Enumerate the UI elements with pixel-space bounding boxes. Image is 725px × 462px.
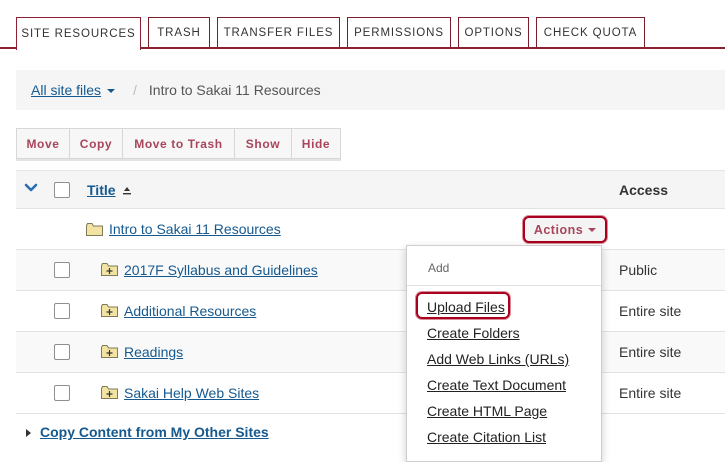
folder-icon: [86, 223, 103, 236]
breadcrumb-all-site-files[interactable]: All site files: [31, 82, 116, 98]
actions-button-label: Actions: [533, 222, 584, 237]
caret-right-icon[interactable]: [26, 429, 31, 437]
folder-plus-icon[interactable]: [101, 345, 118, 358]
tab-permissions[interactable]: PERMISSIONS: [347, 17, 451, 48]
table-row: Additional Resources Entire site: [16, 291, 725, 332]
menu-item-create-text-document[interactable]: Create Text Document: [427, 377, 566, 393]
breadcrumb-current: Intro to Sakai 11 Resources: [148, 82, 321, 98]
folder-link[interactable]: Readings: [124, 344, 183, 360]
row-checkbox[interactable]: [54, 385, 70, 401]
table-row: 2017F Syllabus and Guidelines Public: [16, 250, 725, 291]
move-button[interactable]: Move: [16, 128, 70, 159]
row-checkbox[interactable]: [54, 344, 70, 360]
folder-plus-icon[interactable]: [101, 304, 118, 317]
menu-header: Add: [428, 261, 450, 275]
table-row: Readings Entire site: [16, 332, 725, 373]
copy-button[interactable]: Copy: [69, 128, 123, 159]
show-button[interactable]: Show: [234, 128, 292, 159]
row-checkbox[interactable]: [54, 303, 70, 319]
tab-check-quota[interactable]: CHECK QUOTA: [536, 17, 645, 48]
folder-link[interactable]: 2017F Syllabus and Guidelines: [124, 262, 318, 278]
folder-plus-icon[interactable]: [101, 386, 118, 399]
menu-item-create-citation-list[interactable]: Create Citation List: [427, 429, 546, 445]
table-row-parent: Intro to Sakai 11 Resources: [16, 209, 725, 250]
folder-link[interactable]: Sakai Help Web Sites: [124, 385, 259, 401]
access-value: Public: [619, 262, 658, 278]
actions-button[interactable]: Actions: [523, 216, 607, 243]
menu-item-add-web-links[interactable]: Add Web Links (URLs): [427, 351, 569, 367]
actions-menu: Add Upload Files Create Folders Add Web …: [406, 245, 602, 462]
parent-folder-link[interactable]: Intro to Sakai 11 Resources: [109, 221, 281, 237]
tab-site-resources[interactable]: SITE RESOURCES: [16, 17, 141, 52]
row-checkbox[interactable]: [54, 262, 70, 278]
breadcrumb: All site files / Intro to Sakai 11 Resou…: [16, 70, 725, 110]
breadcrumb-separator: /: [133, 82, 137, 98]
tab-options[interactable]: OPTIONS: [458, 17, 529, 48]
menu-item-upload-files[interactable]: Upload Files: [427, 299, 505, 315]
access-value: Entire site: [619, 344, 682, 360]
menu-item-create-html-page[interactable]: Create HTML Page: [427, 403, 547, 419]
table-row: Sakai Help Web Sites Entire site: [16, 373, 725, 414]
tab-trash[interactable]: TRASH: [148, 17, 210, 48]
access-column-header: Access: [619, 182, 669, 198]
title-column-header[interactable]: Title: [87, 182, 116, 198]
action-toolbar: Move Copy Move to Trash Show Hide: [16, 128, 341, 159]
sort-ascending-icon[interactable]: [122, 185, 132, 195]
access-value: Entire site: [619, 303, 682, 319]
breadcrumb-root-label: All site files: [31, 82, 102, 98]
chevron-down-icon: [107, 89, 116, 94]
menu-item-create-folders[interactable]: Create Folders: [427, 325, 520, 341]
chevron-down-icon: [588, 227, 597, 232]
tab-bar: SITE RESOURCES TRASH TRANSFER FILES PERM…: [0, 0, 725, 52]
copy-content-link[interactable]: Copy Content from My Other Sites: [40, 424, 269, 440]
hide-button[interactable]: Hide: [291, 128, 341, 159]
move-to-trash-button[interactable]: Move to Trash: [122, 128, 235, 159]
chevron-down-icon[interactable]: [24, 182, 38, 194]
menu-divider: [407, 285, 601, 286]
copy-content-section: Copy Content from My Other Sites: [16, 420, 416, 450]
folder-link[interactable]: Additional Resources: [124, 303, 256, 319]
select-all-checkbox[interactable]: [54, 182, 70, 198]
folder-plus-icon[interactable]: [101, 263, 118, 276]
access-value: Entire site: [619, 385, 682, 401]
tab-transfer-files[interactable]: TRANSFER FILES: [217, 17, 340, 48]
table-header: Title Access: [16, 170, 725, 209]
